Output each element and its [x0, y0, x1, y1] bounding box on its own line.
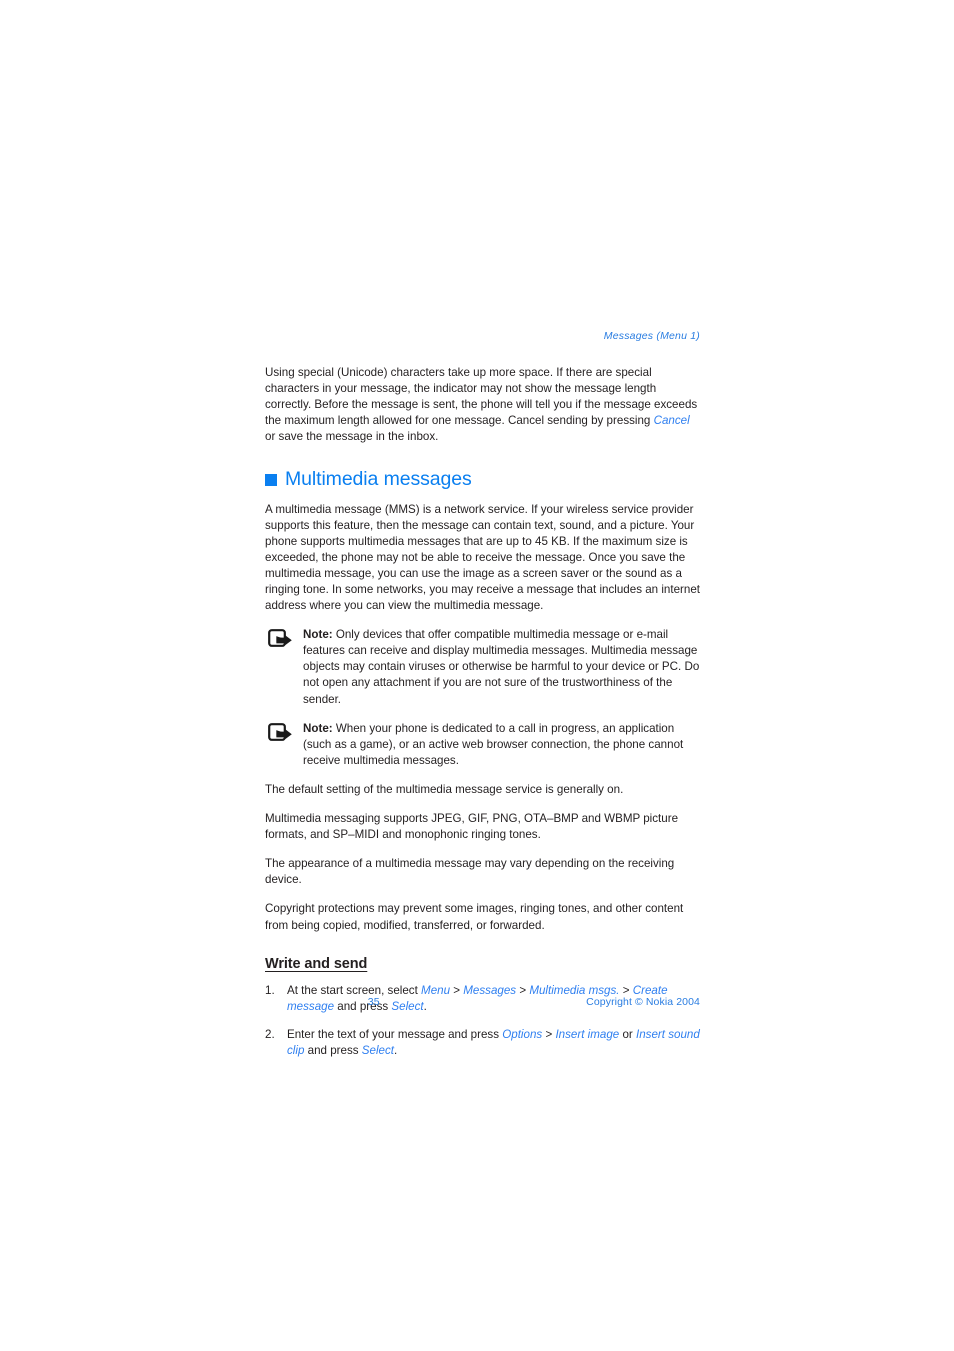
paragraph-appearance: The appearance of a multimedia message m… [265, 857, 675, 887]
section-intro-paragraph: A multimedia message (MMS) is a network … [265, 502, 700, 613]
step2-post: . [394, 1044, 398, 1058]
note-body-2: When your phone is dedicated to a call i… [303, 721, 684, 767]
cancel-link[interactable]: Cancel [654, 414, 690, 427]
intro-paragraph: Using special (Unicode) characters take … [265, 365, 700, 445]
select-link-2[interactable]: Select [362, 1044, 394, 1057]
step2-sep-2: or [619, 1028, 636, 1042]
paragraph-copyright-protection: Copyright protections may prevent some i… [265, 902, 684, 932]
intro-paragraph-tail: or save the message in the inbox. [265, 429, 439, 443]
page-content: Messages (Menu 1) Using special (Unicode… [265, 330, 700, 1071]
intro-paragraph-text: Using special (Unicode) characters take … [265, 365, 698, 427]
paragraph-default-setting: The default setting of the multimedia me… [265, 782, 624, 796]
note-body-1: Only devices that offer compatible multi… [303, 628, 700, 706]
note-block-2: Note: When your phone is dedicated to a … [265, 721, 700, 769]
step2-pre: Enter the text of your message and press [287, 1028, 503, 1042]
steps-list: 1. At the start screen, select Menu > Me… [265, 983, 700, 1059]
section-heading: Multimedia messages [265, 468, 700, 491]
copyright-notice: Copyright © Nokia 2004 [586, 996, 700, 1008]
paragraph-formats: Multimedia messaging supports JPEG, GIF,… [265, 812, 679, 842]
note-text-2: Note: When your phone is dedicated to a … [303, 721, 700, 769]
note-pointer-icon [268, 629, 294, 648]
note-text-1: Note: Only devices that offer compatible… [303, 627, 700, 707]
subsection-title: Write and send [265, 955, 368, 972]
step-text-2: Enter the text of your message and press… [287, 1027, 700, 1059]
options-link[interactable]: Options [502, 1028, 542, 1041]
section-title: Multimedia messages [285, 468, 472, 491]
page-footer: 35 Copyright © Nokia 2004 [265, 996, 700, 1008]
note-label-1: Note: [303, 628, 333, 642]
running-head: Messages (Menu 1) [603, 330, 700, 342]
step2-sep-1: > [542, 1028, 556, 1042]
note-pointer-icon [268, 722, 294, 742]
page-number: 35 [367, 996, 380, 1008]
note-label-2: Note: [303, 721, 333, 735]
document-page: Messages (Menu 1) Using special (Unicode… [0, 0, 954, 1351]
square-bullet-icon [265, 474, 277, 487]
step2-mid: and press [304, 1044, 362, 1058]
insert-image-link[interactable]: Insert image [555, 1028, 619, 1041]
list-item: 2. Enter the text of your message and pr… [265, 1027, 700, 1059]
note-block-1: Note: Only devices that offer compatible… [265, 627, 700, 707]
step-number-2: 2. [265, 1028, 275, 1042]
